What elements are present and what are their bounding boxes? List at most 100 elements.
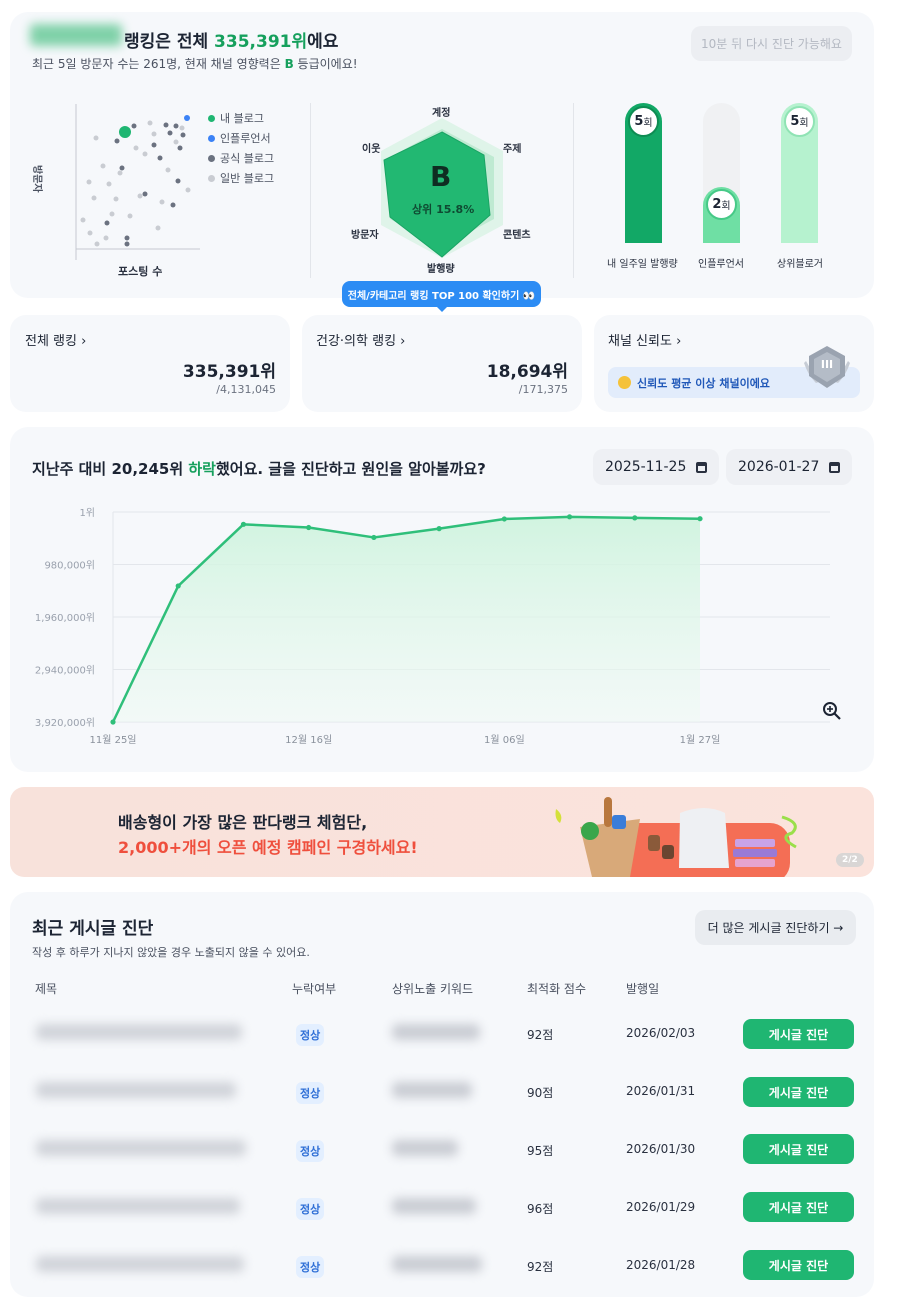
overall-rank-title: 전체 랭킹 › <box>25 334 87 349</box>
scatter-y-label: 방문자 <box>31 165 42 193</box>
bar-value-bubble: 5회 <box>628 106 659 137</box>
bar-value-bubble: 5회 <box>784 106 815 137</box>
data-point <box>175 583 181 589</box>
overall-rank-value: 335,391위 <box>182 362 276 382</box>
radar-axis-neighbors: 이웃 <box>362 144 381 155</box>
keyword-blurred <box>392 1140 458 1156</box>
column-status: 누락여부 <box>292 982 337 996</box>
status-badge: 정상 <box>296 1082 325 1104</box>
y-tick-label: 980,000위 <box>44 558 95 571</box>
date-cell: 2026/02/03 <box>626 1026 696 1040</box>
legend-influencer: 인플루언서 <box>208 130 271 146</box>
trust-card[interactable]: 채널 신뢰도 › 신뢰도 평균 이상 채널이에요 III <box>594 315 874 412</box>
data-point <box>436 526 442 532</box>
campaign-banner[interactable]: 배송형이 가장 많은 판다랭크 체험단, 2,000+개의 오픈 예정 캠페인 … <box>10 787 874 877</box>
category-rank-total: /171,375 <box>518 383 568 396</box>
influencer-point <box>184 115 190 121</box>
diagnose-post-button[interactable]: 게시글 진단 <box>743 1192 854 1222</box>
y-tick-label: 1위 <box>79 506 95 519</box>
radar-axis-posting: 발행량 <box>427 264 455 275</box>
scatter-svg <box>75 104 200 260</box>
series-area <box>113 516 700 722</box>
x-tick-label: 11월 25일 <box>89 734 136 746</box>
x-tick-label: 12월 16일 <box>285 734 332 746</box>
chevron-right-icon: › <box>81 334 87 349</box>
banner-page-indicator: 2/2 <box>836 853 864 867</box>
post-title-blurred <box>36 1140 246 1156</box>
trust-title: 채널 신뢰도 › <box>608 334 682 349</box>
keyword-blurred <box>392 1198 476 1214</box>
status-badge: 정상 <box>296 1198 325 1220</box>
legend-general: 일반 블로그 <box>208 170 274 186</box>
score-cell: 92점 <box>527 1028 554 1042</box>
post-title-blurred <box>36 1256 244 1272</box>
status-badge: 정상 <box>296 1256 325 1278</box>
radar-grade: B <box>430 160 452 193</box>
banner-illustration-icon <box>550 787 810 877</box>
legend-my-blog: 내 블로그 <box>208 110 264 126</box>
data-point <box>632 515 638 521</box>
column-score: 최적화 점수 <box>527 982 587 996</box>
page-title: 랭킹은 전체 335,391위에요 <box>124 32 339 52</box>
diagnose-post-button[interactable]: 게시글 진단 <box>743 1134 854 1164</box>
date-cell: 2026/01/29 <box>626 1200 696 1214</box>
diagnose-post-button[interactable]: 게시글 진단 <box>743 1077 854 1107</box>
bar-value-bubble: 2회 <box>706 189 737 220</box>
banner-line1: 배송형이 가장 많은 판다랭크 체험단, <box>118 813 368 832</box>
diagnose-post-button[interactable]: 게시글 진단 <box>743 1250 854 1280</box>
post-title-blurred <box>36 1082 236 1098</box>
data-point <box>110 719 116 725</box>
trust-emblem-level: III <box>820 358 834 371</box>
calendar-icon <box>696 461 707 473</box>
banner-line2: 2,000+개의 오픈 예정 캠페인 구경하세요! <box>118 838 418 857</box>
post-title-blurred <box>36 1024 242 1040</box>
diagnose-post-button[interactable]: 게시글 진단 <box>743 1019 854 1049</box>
blog-name-blurred <box>30 24 122 46</box>
rank-trend-chart: 1위 980,000위 1,960,000위 2,940,000위 3,920,000위… <box>35 506 830 746</box>
y-tick-label: 2,940,000위 <box>35 664 95 677</box>
start-date-picker[interactable]: 2025-11-25 <box>593 449 719 485</box>
radar-axis-account: 계정 <box>432 108 451 119</box>
post-title-blurred <box>36 1198 240 1214</box>
zoom-in-icon[interactable] <box>822 701 842 721</box>
chevron-right-icon: › <box>676 334 682 349</box>
score-cell: 95점 <box>527 1144 554 1158</box>
keyword-blurred <box>392 1256 482 1272</box>
smile-icon <box>618 376 631 389</box>
divider <box>573 103 574 278</box>
radar-axis-topic: 주제 <box>503 144 522 155</box>
gray-dot-icon <box>208 154 215 162</box>
category-rank-value: 18,694위 <box>486 362 568 382</box>
grade-highlight: B <box>284 57 294 71</box>
score-cell: 90점 <box>527 1086 554 1100</box>
trend-title: 지난주 대비 20,245위 하락했어요. 글을 진단하고 원인을 알아볼까요? <box>32 460 486 478</box>
status-badge: 정상 <box>296 1140 325 1162</box>
posts-title: 최근 게시글 진단 <box>32 919 154 939</box>
category-rank-title: 건강·의학 랭킹 › <box>316 334 406 349</box>
score-cell: 96점 <box>527 1202 554 1216</box>
data-point <box>697 516 703 522</box>
scatter-x-label: 포스팅 수 <box>118 265 163 278</box>
end-date-picker[interactable]: 2026-01-27 <box>726 449 852 485</box>
more-posts-button[interactable]: 더 많은 게시글 진단하기 → <box>695 910 856 945</box>
calendar-icon <box>829 461 840 473</box>
tooltip-arrow <box>436 306 448 312</box>
green-dot-icon <box>208 114 215 122</box>
date-cell: 2026/01/28 <box>626 1258 696 1272</box>
column-date: 발행일 <box>626 982 660 996</box>
retry-diagnosis-button[interactable]: 10분 뒤 다시 진단 가능해요 <box>691 26 852 61</box>
my-blog-point <box>119 126 131 138</box>
official-points <box>104 122 186 247</box>
top100-tooltip[interactable]: 전체/카테고리 랭킹 TOP 100 확인하기 👀 <box>342 281 541 307</box>
chevron-right-icon: › <box>400 334 406 349</box>
keyword-blurred <box>392 1024 480 1040</box>
x-tick-label: 1월 06일 <box>484 734 525 746</box>
bar-label: 상위블로거 <box>777 259 823 270</box>
overall-rank-card[interactable]: 전체 랭킹 › 335,391위 /4,131,045 <box>10 315 290 412</box>
overall-rank-total: /4,131,045 <box>216 383 276 396</box>
page-subtitle: 최근 5일 방문자 수는 261명, 현재 채널 영향력은 B 등급이에요! <box>32 57 358 71</box>
data-point <box>501 516 507 522</box>
divider <box>310 103 311 278</box>
category-rank-card[interactable]: 건강·의학 랭킹 › 18,694위 /171,375 <box>302 315 582 412</box>
general-points <box>80 120 191 247</box>
